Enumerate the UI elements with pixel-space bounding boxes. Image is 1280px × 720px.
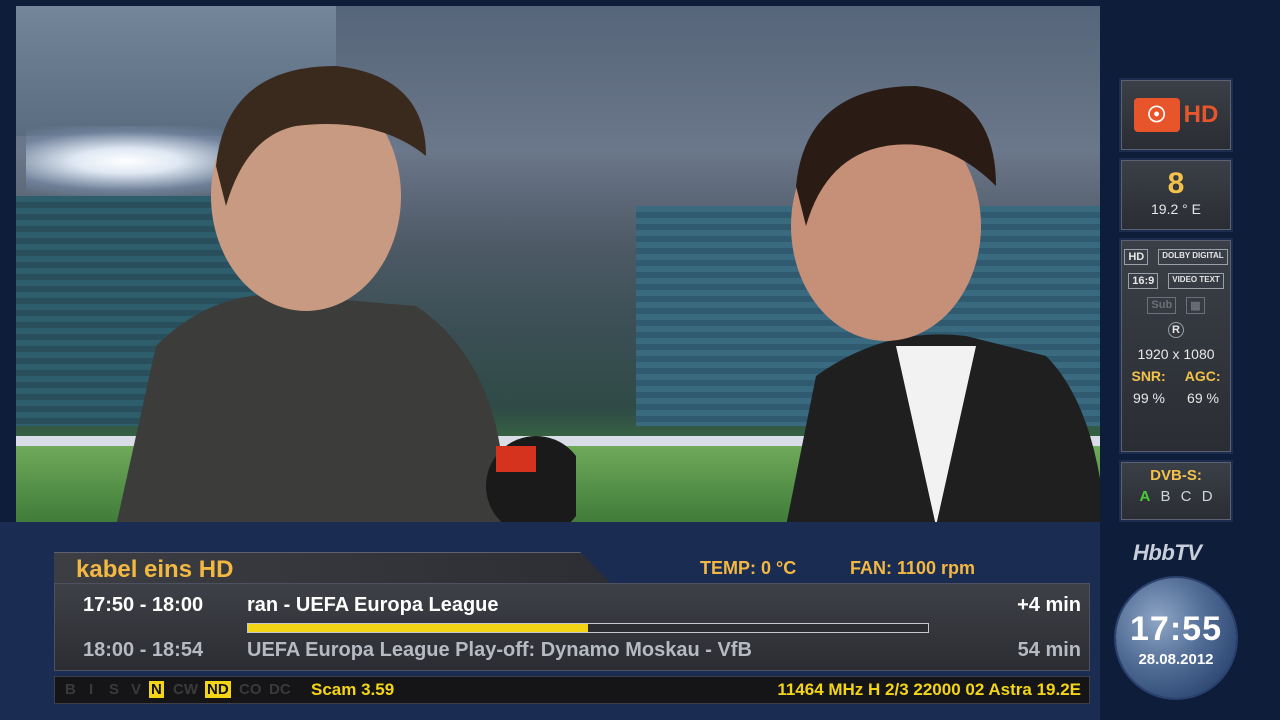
channel-number: 8 [1167, 167, 1185, 200]
kabel-eins-logo-icon: ☉ [1133, 98, 1180, 132]
interviewee-figure [786, 86, 1100, 522]
next-title: UEFA Europa League Play-off: Dynamo Mosk… [247, 639, 752, 661]
dvb-tuner-b: B [1160, 488, 1171, 505]
clock-date: 28.08.2012 [1138, 651, 1214, 668]
hd-badge-icon: HD [1124, 249, 1149, 265]
resolution: 1920 x 1080 [1137, 346, 1215, 362]
satellite-position: 19.2 ° E [1151, 201, 1201, 217]
channel-number-box: 8 19.2 ° E [1121, 160, 1231, 230]
epg-panel: 17:50 - 18:00 ran - UEFA Europa League +… [54, 583, 1090, 671]
next-remaining: 54 min [1017, 639, 1081, 661]
logo-hd-label: HD [1183, 101, 1219, 128]
channel-name: kabel eins HD [76, 556, 234, 583]
dvb-tuner-d: D [1201, 488, 1213, 505]
flag-b: B [65, 681, 76, 698]
dolby-digital-icon: DOLBY DIGITAL [1158, 249, 1228, 265]
clock-globe: 17:55 28.08.2012 [1116, 578, 1236, 698]
hbbtv-logo: HbbTV [1133, 540, 1202, 565]
flag-n: N [149, 681, 164, 698]
record-icon: R [1168, 322, 1184, 338]
snr-value: 99 % [1133, 390, 1165, 406]
clock-time: 17:55 [1130, 610, 1222, 648]
dvb-box: DVB-S: A B C D [1121, 462, 1231, 520]
now-title: ran - UEFA Europa League [247, 594, 499, 616]
dvb-title: DVB-S: [1150, 467, 1202, 484]
subtitle-icon: Sub [1147, 297, 1177, 314]
flag-dc: DC [269, 681, 291, 698]
scam-version: Scam 3.59 [311, 680, 395, 699]
tuner-info: 11464 MHz H 2/3 22000 02 Astra 19.2E [777, 680, 1081, 699]
now-remaining: +4 min [1017, 594, 1081, 616]
stream-info-box: HD DOLBY DIGITAL 16:9 VIDEO TEXT Sub ▦ R… [1121, 240, 1231, 452]
flag-cw: CW [173, 681, 198, 698]
agc-label: AGC: [1184, 368, 1221, 384]
dvb-tuner-c: C [1180, 488, 1192, 505]
status-bar: B I S V N CW ND CO DC Scam 3.59 11464 MH… [54, 676, 1090, 704]
window-icon: ▦ [1186, 297, 1205, 314]
snr-label: SNR: [1131, 368, 1166, 384]
flag-nd: ND [205, 681, 231, 698]
interviewer-figure [116, 66, 576, 522]
next-time: 18:00 - 18:54 [83, 639, 204, 661]
channel-logo: ☉ HD [1121, 80, 1231, 150]
temperature: TEMP: 0 °C [700, 558, 797, 578]
videotext-icon: VIDEO TEXT [1168, 273, 1224, 289]
program-progress-bar [247, 623, 929, 633]
flag-v: V [131, 681, 142, 698]
dvb-tuner-a: A [1139, 488, 1151, 505]
flag-i: I [89, 681, 94, 698]
video-frame [16, 6, 1100, 522]
aspect-16-9-icon: 16:9 [1128, 273, 1159, 289]
now-time: 17:50 - 18:00 [83, 594, 204, 616]
agc-value: 69 % [1187, 390, 1219, 406]
fan-speed: FAN: 1100 rpm [850, 558, 976, 578]
program-progress-fill [248, 624, 588, 632]
flag-co: CO [239, 681, 262, 698]
flag-s: S [109, 681, 120, 698]
